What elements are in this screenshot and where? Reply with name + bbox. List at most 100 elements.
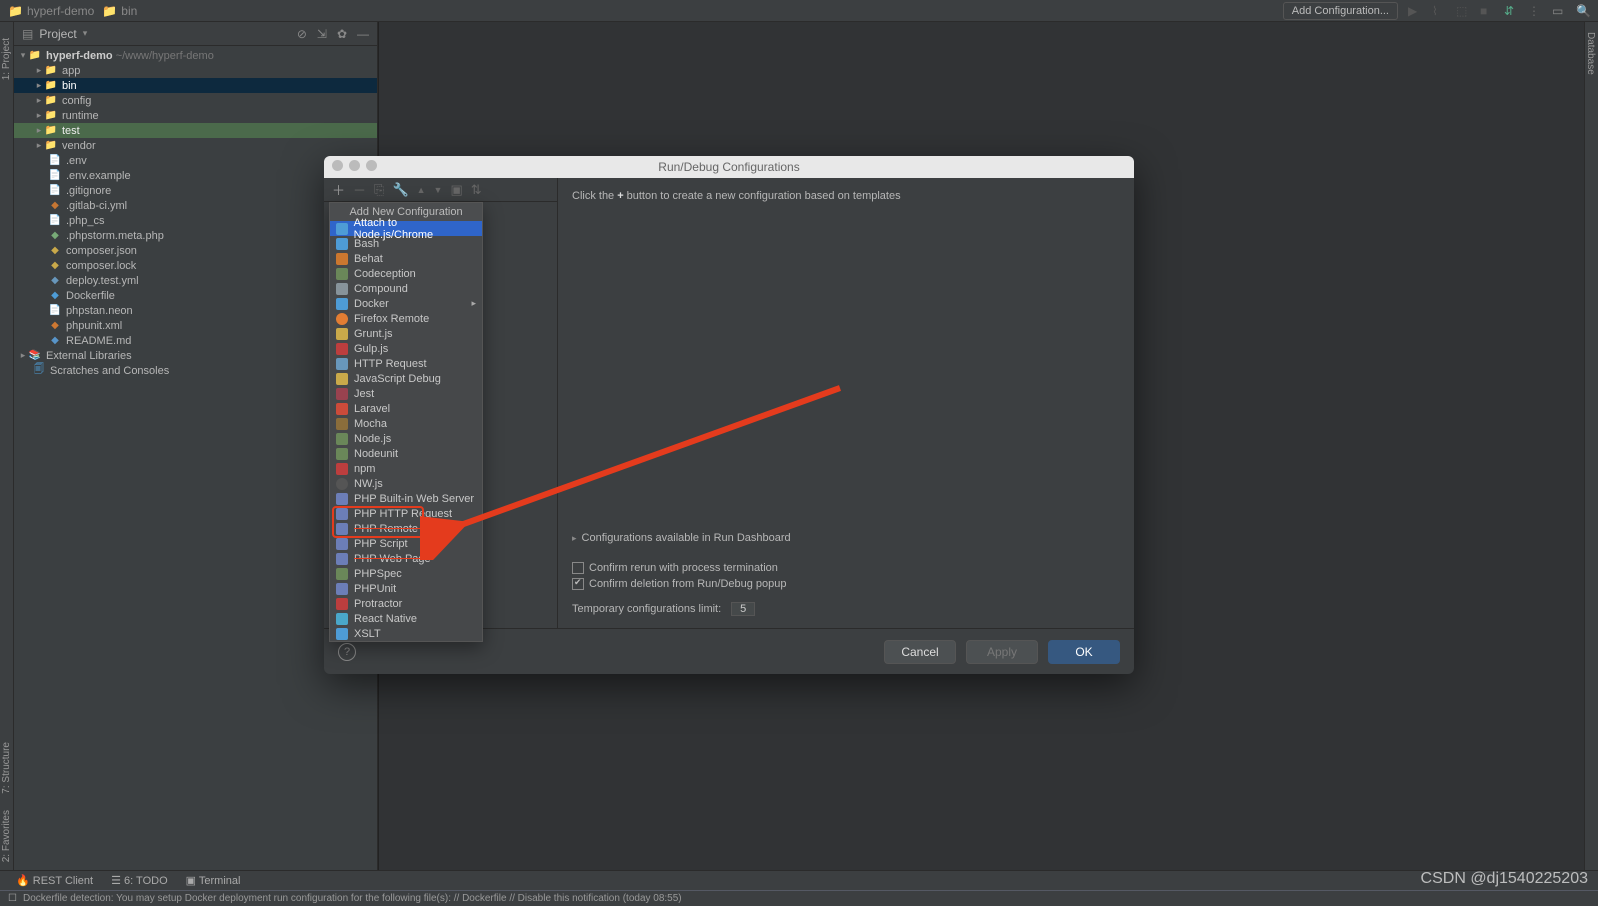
tree-folder-test[interactable]: ▸📁test — [14, 123, 377, 138]
tree-file[interactable]: ◆README.md — [14, 333, 377, 348]
wrench-icon[interactable]: 🔧 — [392, 182, 408, 198]
stop-icon[interactable]: ■ — [1480, 4, 1494, 18]
project-dropdown-icon[interactable]: ▤ — [22, 27, 33, 41]
coverage-icon[interactable]: ⬚ — [1456, 4, 1470, 18]
cfg-protractor[interactable]: Protractor — [330, 596, 482, 611]
cfg-nodeunit[interactable]: Nodeunit — [330, 446, 482, 461]
tree-folder[interactable]: ▸📁config — [14, 93, 377, 108]
cfg-js-debug[interactable]: JavaScript Debug — [330, 371, 482, 386]
cfg-xslt[interactable]: XSLT — [330, 626, 482, 641]
tree-file[interactable]: ◆.gitlab-ci.yml — [14, 198, 377, 213]
ok-button[interactable]: OK — [1048, 640, 1120, 664]
cfg-attach-node[interactable]: Attach to Node.js/Chrome — [330, 221, 482, 236]
up-icon[interactable]: ▲ — [417, 185, 426, 195]
cfg-firefox[interactable]: Firefox Remote — [330, 311, 482, 326]
cfg-php-web[interactable]: PHP Web Page — [330, 551, 482, 566]
debug-icon[interactable]: ⌇ — [1432, 4, 1446, 18]
dialog-title-text: Run/Debug Configurations — [658, 160, 799, 174]
tree-file[interactable]: ◆deploy.test.yml — [14, 273, 377, 288]
search-icon[interactable]: 🔍 — [1576, 4, 1590, 18]
cfg-php-remote[interactable]: PHP Remote Debug — [330, 521, 482, 536]
cfg-jest[interactable]: Jest — [330, 386, 482, 401]
apply-button[interactable]: Apply — [966, 640, 1038, 664]
cfg-nwjs[interactable]: NW.js — [330, 476, 482, 491]
project-panel-header: ▤ Project ▾ ⊘ ⇲ ✿ — — [14, 22, 377, 46]
checkbox-checked[interactable] — [572, 578, 584, 590]
cfg-grunt[interactable]: Grunt.js — [330, 326, 482, 341]
cfg-react[interactable]: React Native — [330, 611, 482, 626]
cfg-laravel[interactable]: Laravel — [330, 401, 482, 416]
cfg-php-http[interactable]: PHP HTTP Request — [330, 506, 482, 521]
rest-client-tool[interactable]: 🔥 REST Client — [16, 874, 93, 887]
copy-icon[interactable]: ⎘ — [374, 182, 384, 198]
folder-action-icon[interactable]: ▣ — [450, 182, 462, 198]
right-gutter: Database — [1584, 22, 1598, 870]
cfg-behat[interactable]: Behat — [330, 251, 482, 266]
cfg-phpspec[interactable]: PHPSpec — [330, 566, 482, 581]
cfg-http[interactable]: HTTP Request — [330, 356, 482, 371]
tree-file[interactable]: 📄.env.example — [14, 168, 377, 183]
target-icon[interactable]: ⊘ — [297, 27, 307, 41]
terminal-tool[interactable]: ▣ Terminal — [186, 874, 241, 887]
chevron-down-icon[interactable]: ▾ — [83, 28, 88, 39]
cfg-compound[interactable]: Compound — [330, 281, 482, 296]
scratches[interactable]: 🗐Scratches and Consoles — [14, 363, 377, 378]
cfg-mocha[interactable]: Mocha — [330, 416, 482, 431]
run-debug-config-dialog: Run/Debug Configurations ＋ － ⎘ 🔧 ▲ ▼ ▣ ⇅… — [324, 156, 1134, 674]
dialog-main-pane: Click the + button to create a new confi… — [558, 178, 1134, 628]
add-configuration-button[interactable]: Add Configuration... — [1283, 2, 1398, 20]
favorites-tab[interactable]: 2: Favorites — [1, 810, 12, 862]
cfg-npm[interactable]: npm — [330, 461, 482, 476]
tree-file[interactable]: ◆phpunit.xml — [14, 318, 377, 333]
gear-icon[interactable]: ✿ — [337, 27, 347, 41]
tree-file[interactable]: 📄phpstan.neon — [14, 303, 377, 318]
run-icon[interactable]: ▶ — [1408, 4, 1422, 18]
sort-icon[interactable]: ⇅ — [471, 182, 482, 198]
project-tree[interactable]: ▾📁 hyperf-demo ~/www/hyperf-demo ▸📁app ▸… — [14, 46, 377, 870]
cancel-button[interactable]: Cancel — [884, 640, 956, 664]
database-tab[interactable]: Database — [1585, 32, 1596, 75]
checkbox[interactable] — [572, 562, 584, 574]
window-icon[interactable]: ▭ — [1552, 4, 1566, 18]
cfg-gulp[interactable]: Gulp.js — [330, 341, 482, 356]
tree-folder[interactable]: ▸📁app — [14, 63, 377, 78]
git-icon[interactable]: ⇵ — [1504, 4, 1518, 18]
tree-file[interactable]: 📄.env — [14, 153, 377, 168]
cfg-php-script[interactable]: PHP Script — [330, 536, 482, 551]
run-dashboard-section[interactable]: ▸ Configurations available in Run Dashbo… — [572, 530, 1120, 546]
project-panel-title[interactable]: Project — [39, 27, 76, 41]
add-icon[interactable]: ＋ — [332, 180, 345, 199]
external-libraries[interactable]: ▸📚External Libraries — [14, 348, 377, 363]
cfg-codeception[interactable]: Codeception — [330, 266, 482, 281]
project-tab[interactable]: 1: Project — [1, 38, 12, 80]
tree-folder[interactable]: ▸📁runtime — [14, 108, 377, 123]
minimize-icon[interactable]: — — [357, 27, 369, 41]
cfg-docker[interactable]: Docker▸ — [330, 296, 482, 311]
window-controls[interactable] — [332, 160, 377, 171]
tree-folder[interactable]: ▸📁vendor — [14, 138, 377, 153]
tree-file[interactable]: ◆Dockerfile — [14, 288, 377, 303]
breadcrumb-second[interactable]: 📁 bin — [102, 4, 137, 18]
remove-icon[interactable]: － — [353, 180, 366, 199]
tree-folder-bin[interactable]: ▸📁bin — [14, 78, 377, 93]
tree-file[interactable]: ◆composer.lock — [14, 258, 377, 273]
structure-tab[interactable]: 7: Structure — [1, 742, 12, 794]
add-new-configuration-popup[interactable]: Add New Configuration Attach to Node.js/… — [329, 202, 483, 642]
tree-file[interactable]: 📄.php_cs — [14, 213, 377, 228]
down-icon[interactable]: ▼ — [434, 185, 443, 195]
cfg-node[interactable]: Node.js — [330, 431, 482, 446]
cfg-php-builtin[interactable]: PHP Built-in Web Server — [330, 491, 482, 506]
project-root[interactable]: ▾📁 hyperf-demo ~/www/hyperf-demo — [14, 48, 377, 63]
split-icon[interactable]: ⇲ — [317, 27, 327, 41]
help-icon[interactable]: ? — [338, 643, 356, 661]
todo-tool[interactable]: ☰ 6: TODO — [111, 874, 168, 887]
temp-limit-input[interactable] — [731, 602, 755, 616]
confirm-rerun-row[interactable]: Confirm rerun with process termination — [572, 560, 1120, 576]
tree-file[interactable]: 📄.gitignore — [14, 183, 377, 198]
cfg-phpunit[interactable]: PHPUnit — [330, 581, 482, 596]
confirm-delete-row[interactable]: Confirm deletion from Run/Debug popup — [572, 576, 1120, 592]
tree-file[interactable]: ◆.phpstorm.meta.php — [14, 228, 377, 243]
breadcrumb-root[interactable]: 📁 hyperf-demo — [8, 4, 94, 18]
dialog-titlebar: Run/Debug Configurations — [324, 156, 1134, 178]
tree-file[interactable]: ◆composer.json — [14, 243, 377, 258]
